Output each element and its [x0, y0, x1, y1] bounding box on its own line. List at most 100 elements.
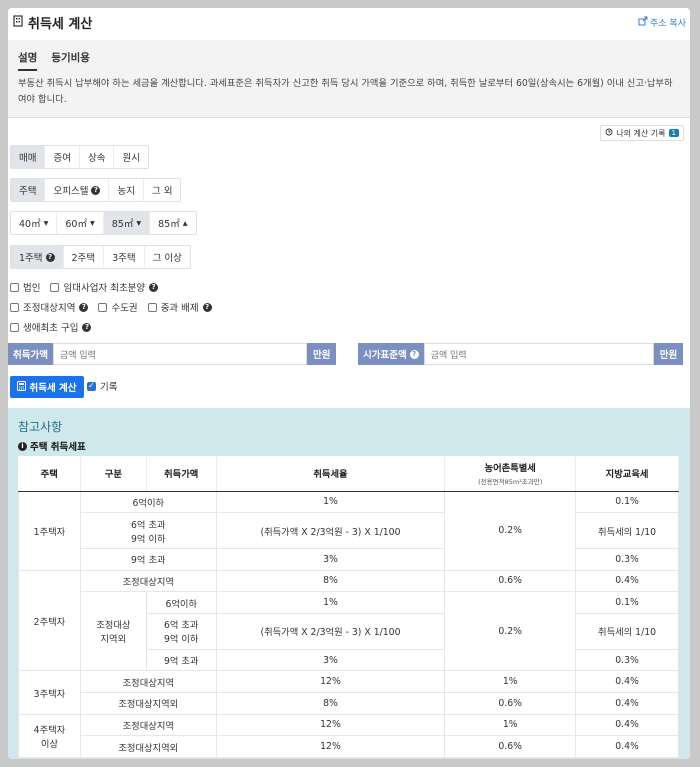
history-button[interactable]: 나의 계산 기록 1 — [600, 125, 684, 141]
house-count-2[interactable]: 2주택 — [64, 246, 105, 268]
record-label: 기록 — [100, 382, 118, 393]
house-count-more[interactable]: 그 이상 — [145, 246, 190, 268]
house-count-3[interactable]: 3주택 — [104, 246, 145, 268]
caret-up-icon: ▴ — [182, 217, 188, 229]
table-header-row: 주택 구분 취득가액 취득세율 농어촌특별세 (전용면적85m²초과만) 지방교육… — [18, 456, 679, 492]
cell-house: 3주택자 — [18, 670, 81, 715]
cell-edu: 0.3% — [575, 648, 679, 672]
price-input[interactable]: 금액 입력 — [52, 343, 307, 365]
area-85-above[interactable]: 85㎡ ▴ — [150, 212, 195, 234]
property-type-group: 주택 오피스텔? 농지 그 외 — [10, 178, 182, 202]
checkbox-box[interactable] — [10, 302, 19, 312]
exclude-heavy-checkbox[interactable]: 중과 배제? — [147, 300, 212, 314]
cell-rate: 12% — [215, 670, 446, 694]
cell-rate: (취득가액 X 2/3억원 - 3) X 1/100 — [215, 612, 446, 650]
cell-price-line: 6억 초과 — [163, 620, 199, 632]
calculate-button[interactable]: 취득세 계산 — [10, 376, 84, 398]
header: 취득세 계산 주소 복사 — [8, 8, 690, 38]
history-label: 나의 계산 기록 — [616, 128, 666, 138]
help-icon[interactable]: ? — [82, 322, 92, 332]
help-icon[interactable]: ? — [149, 282, 159, 292]
description-text: 부동산 취득시 납부해야 하는 세금을 계산합니다. 과세표준은 취득자가 신고… — [18, 78, 673, 105]
cell-category: 조정대상지역외 — [79, 692, 217, 715]
header-edu: 지방교육세 — [575, 456, 679, 492]
caret-down-icon: ▾ — [89, 217, 95, 229]
record-checkbox[interactable]: 기록 — [87, 379, 117, 393]
cell-edu: 0.1% — [575, 490, 679, 514]
table-row: 조정대상 지역외 6억이하 1% 0.2% 0.1% — [19, 591, 679, 672]
help-icon[interactable]: ? — [202, 302, 212, 312]
house-count-1[interactable]: 1주택? — [11, 246, 64, 268]
area-60[interactable]: 60㎡ ▾ — [57, 212, 104, 234]
trade-type-original[interactable]: 원시 — [114, 146, 147, 168]
checkbox-row-3: 생애최초 구입? — [10, 320, 92, 334]
cell-edu: 0.3% — [575, 548, 679, 571]
rental-checkbox[interactable]: 임대사업자 최초분양? — [50, 280, 159, 294]
share-link[interactable]: 주소 복사 — [638, 16, 686, 29]
header-rural-text: 농어촌특별세 — [484, 463, 536, 475]
help-icon[interactable]: ? — [409, 349, 419, 359]
cell-rural: 0.2% — [444, 490, 577, 571]
cell-house: 4주택자 이상 — [18, 713, 81, 758]
trade-type-sale[interactable]: 매매 — [11, 146, 46, 168]
checkbox-box[interactable] — [147, 302, 157, 312]
help-icon[interactable]: ? — [79, 302, 89, 312]
area-60-label: 60㎡ — [65, 219, 87, 230]
cell-edu: 취득세의 1/10 — [575, 612, 679, 650]
checkbox-box[interactable] — [10, 282, 19, 292]
property-type-officetel[interactable]: 오피스텔? — [45, 179, 110, 201]
help-icon[interactable]: ? — [91, 185, 101, 195]
cell-rate: (취득가액 X 2/3억원 - 3) X 1/100 — [215, 512, 446, 550]
corp-checkbox[interactable]: 법인 — [10, 280, 40, 294]
property-type-other[interactable]: 그 외 — [144, 179, 181, 201]
cell-price: 9억 초과 — [145, 648, 217, 672]
cell-rate: 12% — [215, 735, 446, 758]
table-row: 6억 초과 9억 이하 (취득가액 X 2/3억원 - 3) X 1/100 취득… — [19, 512, 679, 550]
area-40[interactable]: 40㎡ ▾ — [11, 212, 58, 234]
cell-rate: 8% — [215, 692, 446, 715]
cell-category-line: 지역외 — [100, 634, 127, 646]
header-price: 취득가액 — [146, 456, 217, 492]
tax-table: 주택 구분 취득가액 취득세율 농어촌특별세 (전용면적85m²초과만) 지방교육… — [18, 456, 679, 758]
standard-price-input[interactable]: 금액 입력 — [423, 343, 654, 365]
cell-rate: 8% — [215, 569, 446, 593]
metro-checkbox[interactable]: 수도권 — [98, 300, 138, 314]
cell-rural: 1% — [444, 713, 577, 737]
area-85-above-label: 85㎡ — [158, 219, 180, 230]
table-title: i 주택 취득세표 — [18, 439, 86, 453]
cell-edu: 0.4% — [575, 692, 679, 715]
price-input-group: 취득가액 금액 입력 만원 — [8, 343, 337, 365]
table-row: 2주택자 조정대상지역 8% 0.6% 0.4% — [18, 569, 679, 672]
table-row: 9억 초과 3% 0.3% — [19, 548, 679, 571]
caret-down-icon: ▾ — [43, 217, 49, 229]
table-row: 조정대상지역외 8% 0.6% 0.4% — [19, 692, 679, 715]
checkbox-box[interactable] — [50, 282, 60, 292]
cell-category: 조정대상지역 — [79, 713, 217, 737]
first-purchase-checkbox[interactable]: 생애최초 구입? — [10, 320, 92, 334]
adjust-area-checkbox[interactable]: 조정대상지역? — [10, 300, 89, 314]
property-type-farmland[interactable]: 농지 — [109, 179, 144, 201]
cell-house-line: 이상 — [40, 738, 58, 750]
checkbox-box[interactable] — [10, 322, 19, 332]
checkbox-box[interactable] — [98, 302, 108, 312]
checkbox-row-2: 조정대상지역? 수도권 중과 배제? — [10, 300, 212, 314]
help-icon[interactable]: ? — [45, 252, 55, 262]
cell-edu: 0.4% — [575, 713, 679, 737]
cell-rate: 3% — [215, 648, 446, 672]
page-title: 취득세 계산 — [12, 13, 92, 32]
checkbox-box[interactable] — [87, 381, 96, 391]
area-85-below[interactable]: 85㎡ ▾ — [103, 212, 151, 234]
property-type-house[interactable]: 주택 — [11, 179, 46, 201]
checkbox-row-1: 법인 임대사업자 최초분양? — [10, 280, 159, 294]
cell-price: 6억 초과 9억 이하 — [79, 512, 217, 550]
trade-type-gift[interactable]: 증여 — [45, 146, 80, 168]
standard-price-label-text: 시가표준액 — [363, 350, 407, 361]
tab-description[interactable]: 설명 — [18, 50, 38, 71]
adjust-area-label: 조정대상지역 — [23, 303, 76, 314]
tab-bar: 설명 등기비용 — [18, 50, 90, 71]
cell-category: 조정대상지역외 — [79, 591, 147, 672]
tab-registration-cost[interactable]: 등기비용 — [51, 50, 90, 71]
trade-type-inherit[interactable]: 상속 — [80, 146, 115, 168]
cell-category: 조정대상지역 — [79, 670, 217, 694]
cell-rate: 12% — [215, 713, 446, 737]
